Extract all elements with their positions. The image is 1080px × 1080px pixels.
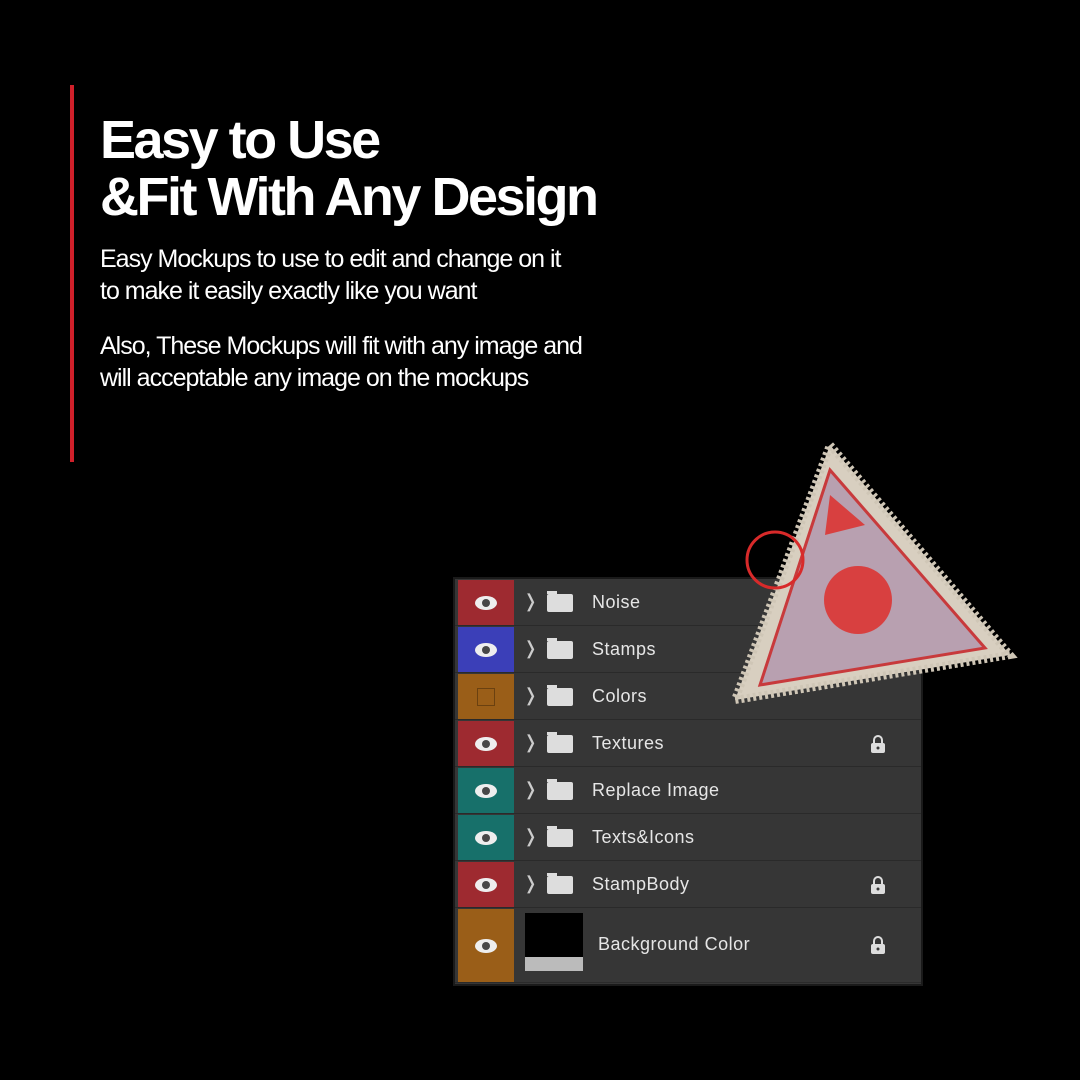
stamp-image (730, 440, 1018, 705)
eye-icon (475, 642, 497, 657)
lock-icon (871, 735, 885, 753)
layer-thumbnail (525, 913, 583, 971)
layer-row[interactable]: ❭ StampBody (455, 861, 921, 908)
eye-icon (475, 736, 497, 751)
lock-icon (871, 936, 885, 954)
description-1: Easy Mockups to use to edit and change o… (100, 243, 561, 307)
accent-bar (70, 85, 74, 462)
folder-icon (547, 873, 573, 894)
chevron-right-icon[interactable]: ❭ (523, 591, 538, 612)
chevron-right-icon[interactable]: ❭ (523, 779, 538, 800)
folder-icon (547, 826, 573, 847)
folder-icon (547, 732, 573, 753)
page-title: Easy to Use &Fit With Any Design (100, 110, 599, 227)
eye-icon (475, 595, 497, 610)
layer-row[interactable]: Background Color (455, 908, 921, 983)
layer-row[interactable]: ❭ Texts&Icons (455, 814, 921, 861)
text-line: will acceptable any image on the mockups (100, 364, 529, 392)
folder-icon (547, 685, 573, 706)
layer-row[interactable]: ❭ Replace Image (455, 767, 921, 814)
hidden-icon (477, 687, 495, 706)
visibility-toggle[interactable] (458, 815, 514, 860)
visibility-toggle[interactable] (458, 862, 514, 907)
visibility-toggle[interactable] (458, 909, 514, 982)
layer-name: Colors (592, 686, 648, 706)
chevron-right-icon[interactable]: ❭ (523, 873, 538, 894)
visibility-toggle[interactable] (458, 627, 514, 672)
description-2: Also, These Mockups will fit with any im… (100, 330, 583, 394)
layer-row[interactable]: ❭ Textures (455, 720, 921, 767)
title-line-1: Easy to Use (100, 110, 381, 170)
layer-name: Stamps (592, 639, 657, 659)
layer-name: Texts&Icons (592, 827, 695, 847)
eye-icon (475, 783, 497, 798)
folder-icon (547, 779, 573, 800)
layer-name: Textures (592, 733, 665, 753)
layer-name: Noise (592, 592, 641, 612)
chevron-right-icon[interactable]: ❭ (523, 732, 538, 753)
title-line-2: &Fit With Any Design (100, 167, 599, 227)
eye-icon (475, 938, 497, 953)
chevron-right-icon[interactable]: ❭ (523, 685, 538, 706)
text-line: Also, These Mockups will fit with any im… (100, 332, 583, 360)
folder-icon (547, 591, 573, 612)
layer-name: Replace Image (592, 780, 720, 800)
visibility-toggle[interactable] (458, 674, 514, 719)
text-line: Easy Mockups to use to edit and change o… (100, 245, 561, 273)
visibility-toggle[interactable] (458, 580, 514, 625)
chevron-right-icon[interactable]: ❭ (523, 826, 538, 847)
eye-icon (475, 877, 497, 892)
chevron-right-icon[interactable]: ❭ (523, 638, 538, 659)
layer-name: Background Color (598, 934, 751, 954)
visibility-toggle[interactable] (458, 721, 514, 766)
visibility-toggle[interactable] (458, 768, 514, 813)
lock-icon (871, 876, 885, 894)
eye-icon (475, 830, 497, 845)
text-line: to make it easily exactly like you want (100, 277, 477, 305)
folder-icon (547, 638, 573, 659)
layer-name: StampBody (592, 874, 690, 894)
